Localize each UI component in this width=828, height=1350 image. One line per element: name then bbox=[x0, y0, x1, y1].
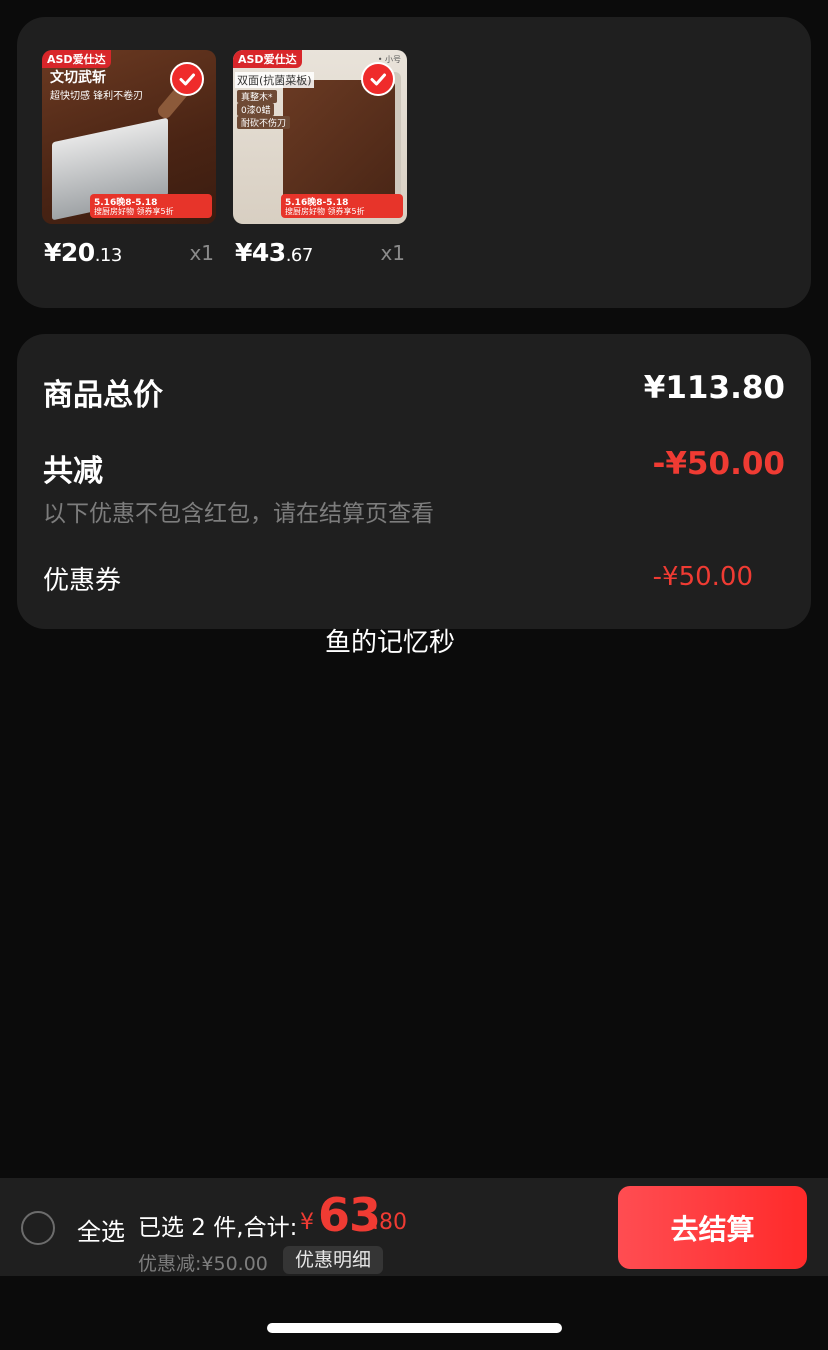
feature-tag: 真整木* bbox=[237, 90, 277, 103]
promo-banner-text: 搜厨房好物 领券享5折 bbox=[285, 207, 365, 216]
item-price: ¥43.67 bbox=[235, 238, 313, 267]
brand-badge: ASD爱仕达 bbox=[233, 50, 302, 68]
select-all-radio[interactable] bbox=[21, 1211, 55, 1245]
price-summary-card: 商品总价 ¥113.80 共减 -¥50.00 以下优惠不包含红包，请在结算页查… bbox=[17, 334, 811, 629]
item-price: ¥20.13 bbox=[44, 238, 122, 267]
promo-title: 文切武斩 bbox=[50, 70, 106, 86]
promo-banner: 5.16晚8-5.18 搜厨房好物 领券享5折 bbox=[90, 194, 212, 218]
checkout-button[interactable]: 去结算 bbox=[618, 1186, 807, 1269]
total-price-value: ¥113.80 bbox=[643, 370, 785, 406]
cart-items-card: ASD爱仕达 文切武斩 超快切感 锋利不卷刃 5.16晚8-5.18 搜厨房好物… bbox=[17, 17, 811, 308]
item-quantity: x1 bbox=[380, 241, 405, 265]
board-graphic bbox=[283, 80, 395, 200]
selected-check-icon[interactable] bbox=[361, 62, 395, 96]
selected-check-icon[interactable] bbox=[170, 62, 204, 96]
total-reduction-value: -¥50.00 bbox=[652, 446, 786, 482]
item-price-row: ¥20.13 x1 bbox=[44, 238, 216, 270]
home-indicator[interactable] bbox=[267, 1323, 562, 1333]
cart-item-knife[interactable]: ASD爱仕达 文切武斩 超快切感 锋利不卷刃 5.16晚8-5.18 搜厨房好物… bbox=[42, 50, 216, 267]
coupon-value[interactable]: -¥50.00 bbox=[653, 562, 753, 592]
coupon-label[interactable]: 优惠券 bbox=[43, 560, 121, 597]
total-price-label: 商品总价 bbox=[43, 378, 163, 413]
discount-detail-button[interactable]: 优惠明细 bbox=[283, 1246, 384, 1274]
promo-banner-text: 搜厨房好物 领券享5折 bbox=[94, 207, 174, 216]
watermark-text: 鱼的记忆秒 bbox=[324, 628, 455, 658]
cart-item-cutting-board[interactable]: ASD爱仕达 • 小号 双面(抗菌菜板) 真整木* 0漆0蜡 耐砍不伤刀 5.1… bbox=[233, 50, 407, 267]
brand-badge: ASD爱仕达 bbox=[42, 50, 111, 68]
reduction-note: 以下优惠不包含红包，请在结算页查看 bbox=[43, 501, 434, 527]
total-reduction-label: 共减 bbox=[43, 454, 103, 489]
feature-tag: 0漆0蜡 bbox=[237, 103, 275, 116]
total-currency: ¥ bbox=[300, 1210, 314, 1235]
item-quantity: x1 bbox=[189, 241, 214, 265]
checkout-bar: 全选 已选 2 件,合计: ¥ 63 .80 优惠减:¥50.00 优惠明细 去… bbox=[0, 1178, 828, 1276]
selected-count-text: 已选 2 件,合计: bbox=[138, 1215, 298, 1241]
total-amount-integer: 63 bbox=[318, 1188, 381, 1242]
promo-banner: 5.16晚8-5.18 搜厨房好物 领券享5折 bbox=[281, 194, 403, 218]
total-amount-decimal: .80 bbox=[372, 1210, 407, 1235]
discount-text: 优惠减:¥50.00 bbox=[138, 1253, 268, 1275]
product-title-overlay: 双面(抗菌菜板) bbox=[235, 72, 314, 88]
product-image-knife[interactable]: ASD爱仕达 文切武斩 超快切感 锋利不卷刃 5.16晚8-5.18 搜厨房好物… bbox=[42, 50, 216, 224]
product-image-cutting-board[interactable]: ASD爱仕达 • 小号 双面(抗菌菜板) 真整木* 0漆0蜡 耐砍不伤刀 5.1… bbox=[233, 50, 407, 224]
item-price-row: ¥43.67 x1 bbox=[235, 238, 407, 270]
select-all-label[interactable]: 全选 bbox=[77, 1212, 125, 1247]
feature-tag: 耐砍不伤刀 bbox=[237, 116, 291, 129]
promo-subtitle: 超快切感 锋利不卷刃 bbox=[50, 91, 144, 102]
